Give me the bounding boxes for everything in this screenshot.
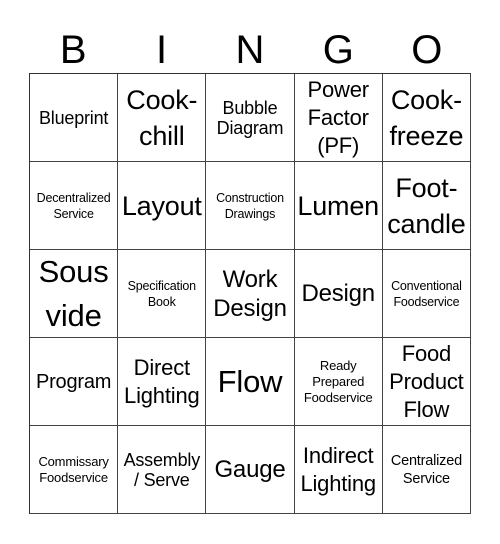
cell-label: Work Design — [213, 265, 287, 322]
bingo-cell[interactable]: Ready Prepared Foodservice — [294, 338, 383, 426]
bingo-cell[interactable]: Cook- freeze — [382, 74, 471, 162]
bingo-cell[interactable]: Commissary Foodservice — [30, 426, 119, 514]
bingo-cell[interactable]: Bubble Diagram — [206, 74, 295, 162]
cell-label: Decentralized Service — [36, 190, 111, 221]
cell-label: Power Factor (PF) — [307, 76, 370, 158]
cell-label: Bubble Diagram — [216, 97, 284, 138]
cell-label: Construction Drawings — [216, 190, 284, 221]
bingo-cell[interactable]: Blueprint — [30, 74, 119, 162]
cell-label: Foot- candle — [387, 172, 466, 239]
bingo-cell[interactable]: Food Product Flow — [382, 338, 471, 426]
cell-label: Indirect Lighting — [300, 442, 376, 496]
header-letter-g: G — [322, 28, 354, 72]
cell-label: Assembly / Serve — [123, 449, 201, 490]
header-letter-b: B — [59, 28, 87, 72]
cell-label: Blueprint — [38, 107, 109, 128]
cell-label: Direct Lighting — [124, 354, 200, 408]
cell-label: Cook- chill — [126, 84, 198, 151]
header-letter-i: I — [156, 28, 168, 72]
cell-label: Design — [301, 280, 375, 307]
cell-label: Layout — [121, 190, 202, 221]
bingo-board: Blueprint Cook- chill Bubble Diagram Pow… — [29, 73, 471, 514]
bingo-cell[interactable]: Construction Drawings — [206, 162, 295, 250]
cell-label: Specification Book — [127, 278, 196, 309]
header-letter-o: O — [411, 28, 443, 72]
bingo-cell[interactable]: Work Design — [206, 250, 295, 338]
cell-label: Commissary Foodservice — [38, 453, 109, 485]
bingo-cell[interactable]: Gauge — [206, 426, 295, 514]
bingo-header: B I N G O — [29, 27, 471, 73]
bingo-cell[interactable]: Lumen — [294, 162, 383, 250]
cell-label: Sous vide — [38, 253, 109, 333]
bingo-cell[interactable]: Specification Book — [118, 250, 207, 338]
bingo-cell[interactable]: Layout — [118, 162, 207, 250]
bingo-cell[interactable]: Design — [294, 250, 383, 338]
bingo-cell[interactable]: Conventional Foodservice — [382, 250, 471, 338]
bingo-cell[interactable]: Cook- chill — [118, 74, 207, 162]
cell-label: Lumen — [297, 190, 379, 221]
cell-label: Centralized Service — [390, 452, 462, 487]
bingo-cell[interactable]: Flow — [206, 338, 295, 426]
cell-label: Cook- freeze — [389, 84, 464, 151]
bingo-cell[interactable]: Centralized Service — [382, 426, 471, 514]
cell-label: Conventional Foodservice — [391, 278, 462, 309]
header-letter-n: N — [235, 28, 265, 72]
cell-label: Ready Prepared Foodservice — [303, 357, 373, 405]
cell-label: Program — [35, 370, 112, 393]
bingo-cell[interactable]: Sous vide — [30, 250, 119, 338]
bingo-cell[interactable]: Indirect Lighting — [294, 426, 383, 514]
bingo-cell[interactable]: Decentralized Service — [30, 162, 119, 250]
bingo-cell[interactable]: Power Factor (PF) — [294, 74, 383, 162]
cell-label: Food Product Flow — [389, 340, 464, 422]
cell-label: Gauge — [214, 456, 286, 483]
bingo-cell[interactable]: Assembly / Serve — [118, 426, 207, 514]
bingo-cell[interactable]: Direct Lighting — [118, 338, 207, 426]
bingo-cell[interactable]: Program — [30, 338, 119, 426]
bingo-cell[interactable]: Foot- candle — [382, 162, 471, 250]
cell-label: Flow — [217, 363, 283, 399]
